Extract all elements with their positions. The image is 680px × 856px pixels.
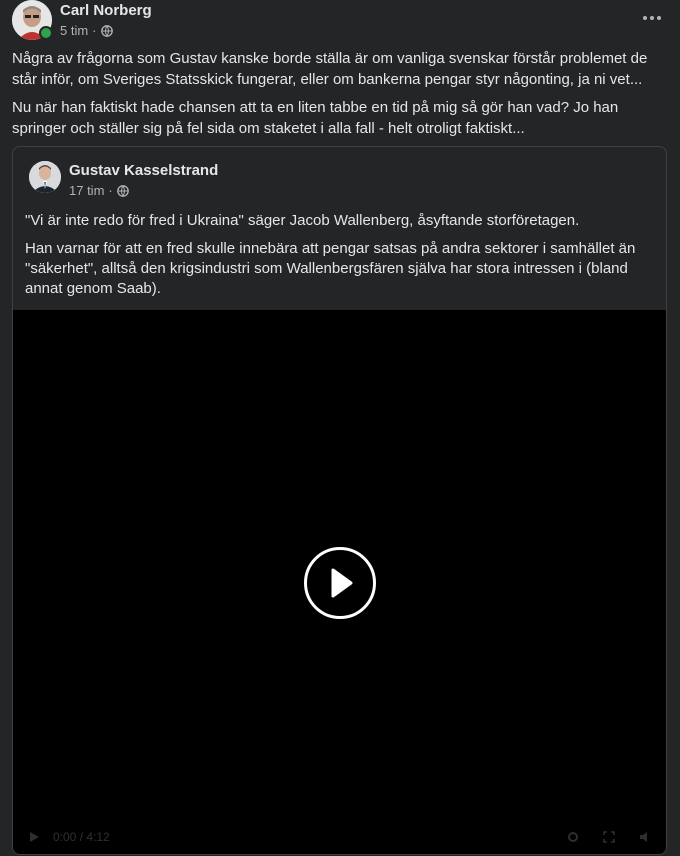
- post-header: Carl Norberg 5 tim ·: [12, 0, 152, 44]
- play-icon: [331, 568, 353, 598]
- shared-paragraph: "Vi är inte redo för fred i Ukraina" säg…: [25, 212, 580, 229]
- shared-author-name[interactable]: Gustav Kasselstrand: [69, 162, 218, 180]
- post-timestamp[interactable]: 5 tim: [60, 23, 88, 39]
- play-small-icon[interactable]: [27, 830, 41, 844]
- meta-separator: ·: [108, 183, 113, 198]
- post-body: Några av frågorna som Gustav kanske bord…: [12, 48, 664, 146]
- shared-author-avatar[interactable]: [29, 161, 61, 193]
- more-options-button[interactable]: [638, 6, 666, 30]
- shared-post-card[interactable]: Gustav Kasselstrand 17 tim · "Vi är inte…: [12, 146, 667, 855]
- shared-post-body: "Vi är inte redo för fred i Ukraina" säg…: [25, 211, 644, 307]
- shared-post-header: Gustav Kasselstrand 17 tim ·: [29, 161, 218, 199]
- globe-icon: [100, 25, 113, 37]
- shared-post-meta: 17 tim ·: [69, 183, 218, 199]
- post-paragraph: Några av frågorna som Gustav kanske bord…: [12, 50, 648, 88]
- online-status-indicator: [39, 26, 53, 40]
- play-button[interactable]: [304, 547, 376, 619]
- volume-icon[interactable]: [638, 830, 652, 844]
- meta-separator: ·: [92, 23, 97, 38]
- post-paragraph: Nu när han faktiskt hade chansen att ta …: [12, 99, 619, 137]
- post-meta: 5 tim ·: [60, 23, 152, 39]
- video-time: 0:00 / 4:12: [53, 830, 110, 844]
- video-player[interactable]: 0:00 / 4:12: [13, 310, 666, 854]
- shared-paragraph: Han varnar för att en fred skulle innebä…: [25, 240, 636, 297]
- more-dot-icon: [657, 16, 661, 20]
- post-author-name[interactable]: Carl Norberg: [60, 2, 152, 20]
- author-avatar-wrap[interactable]: [12, 0, 53, 40]
- video-controls: 0:00 / 4:12: [13, 819, 666, 854]
- globe-icon: [116, 185, 129, 197]
- more-dot-icon: [650, 16, 654, 20]
- shared-post-timestamp[interactable]: 17 tim: [69, 183, 104, 199]
- facebook-post: Carl Norberg 5 tim · Några av frågorna s…: [0, 0, 680, 856]
- fullscreen-icon[interactable]: [602, 830, 616, 844]
- more-dot-icon: [643, 16, 647, 20]
- settings-icon[interactable]: [566, 830, 580, 844]
